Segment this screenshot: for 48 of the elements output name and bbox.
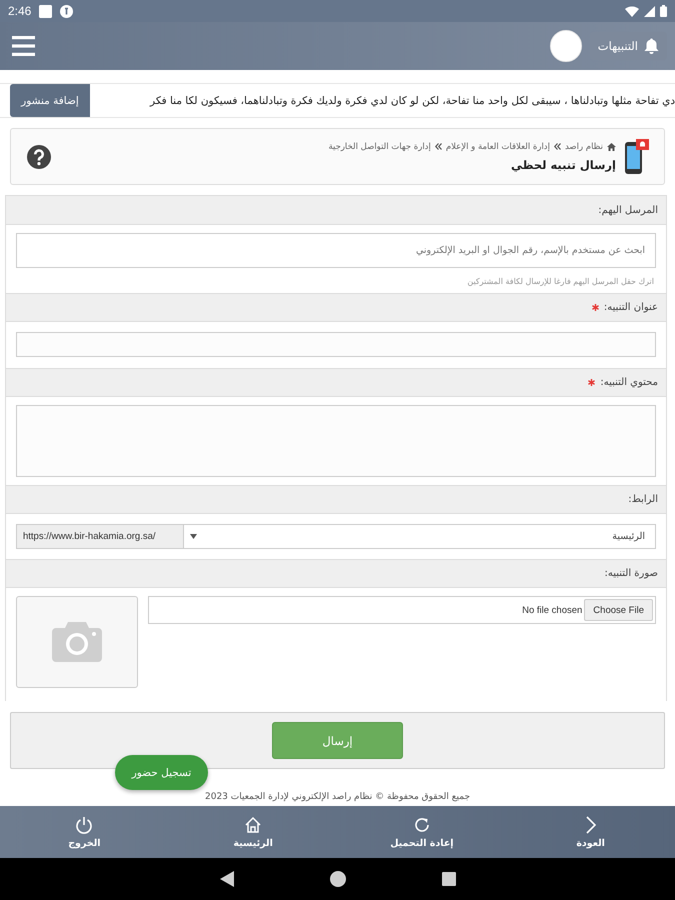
field-label: الرابط: bbox=[628, 494, 658, 505]
caret-icon bbox=[190, 534, 197, 539]
nav-item[interactable]: الخروج bbox=[68, 816, 101, 848]
content-textarea-field[interactable] bbox=[16, 405, 656, 477]
file-input[interactable]: No file chosen Choose File bbox=[148, 596, 656, 624]
title-input-field[interactable] bbox=[16, 332, 656, 357]
file-status-text: No file chosen bbox=[522, 604, 582, 616]
nav-item[interactable]: إعادة التحميل bbox=[390, 816, 454, 848]
power-icon bbox=[75, 816, 94, 834]
copyright-text: جميع الحقوق محفوظة © نظام راصد الإلكتروني لإدارة الجمعيات 2023 bbox=[205, 792, 470, 802]
add-post-button[interactable]: إضافة منشور bbox=[10, 84, 90, 117]
status-circle-icon bbox=[60, 4, 74, 18]
home-icon bbox=[607, 142, 616, 150]
field-label: عنوان التنبيه: bbox=[604, 302, 658, 313]
choose-file-button[interactable]: Choose File bbox=[584, 599, 653, 621]
ticker-text: دي تفاحة مثلها وتبادلناها ، سيبقى لكل واحد منا تفاحة، لكن لو كان لدي فكرة ولديك فكرة وتبادلناهما، فسيكون لكا منا فكر bbox=[150, 94, 675, 106]
square-icon bbox=[39, 4, 52, 18]
recipient-search-field[interactable]: ابحث عن مستخدم بالإسم، رقم الجوال او البريد الإلكتروني bbox=[16, 233, 656, 268]
help-icon[interactable] bbox=[27, 144, 51, 168]
field-label: المرسل اليهم: bbox=[598, 204, 658, 216]
field-label: محتوي التنبيه: bbox=[600, 377, 658, 388]
reload-icon bbox=[412, 816, 431, 834]
menu-icon[interactable] bbox=[12, 36, 35, 56]
recents-icon[interactable] bbox=[442, 872, 456, 886]
nav-item[interactable]: الرئيسية bbox=[233, 816, 273, 848]
separator-icon bbox=[554, 143, 561, 150]
home-button-icon[interactable] bbox=[330, 871, 346, 887]
wifi-icon bbox=[625, 6, 639, 16]
bell-icon bbox=[644, 38, 659, 54]
camera-icon bbox=[52, 622, 102, 662]
signal-icon bbox=[644, 6, 655, 16]
home-icon bbox=[244, 816, 262, 834]
status-time: 2:46 bbox=[8, 4, 32, 18]
breadcrumb-link[interactable]: نظام راصد bbox=[564, 142, 603, 152]
chevron-right-icon bbox=[586, 816, 596, 834]
phone-alert-icon bbox=[624, 138, 650, 174]
battery-icon bbox=[660, 5, 667, 17]
avatar[interactable] bbox=[550, 30, 582, 62]
page-title: إرسال تنبيه لحظي bbox=[510, 158, 616, 172]
back-icon[interactable] bbox=[220, 871, 234, 887]
help-text: اترك حقل المرسل اليهم فارغا للإرسال لكافة المشتركين bbox=[466, 277, 655, 286]
attendance-button[interactable]: تسجيل حضور bbox=[115, 755, 208, 790]
separator-icon bbox=[434, 143, 442, 150]
field-label: صورة التنبيه: bbox=[604, 568, 658, 579]
breadcrumb-link[interactable]: إدارة جهات التواصل الخارجية bbox=[328, 142, 431, 152]
url-prefix: https://www.bir-hakamia.org.sa/ bbox=[17, 525, 184, 548]
breadcrumb-link[interactable]: إدارة العلاقات العامة و الإعلام bbox=[446, 142, 550, 152]
nav-item[interactable]: العودة bbox=[576, 816, 605, 848]
